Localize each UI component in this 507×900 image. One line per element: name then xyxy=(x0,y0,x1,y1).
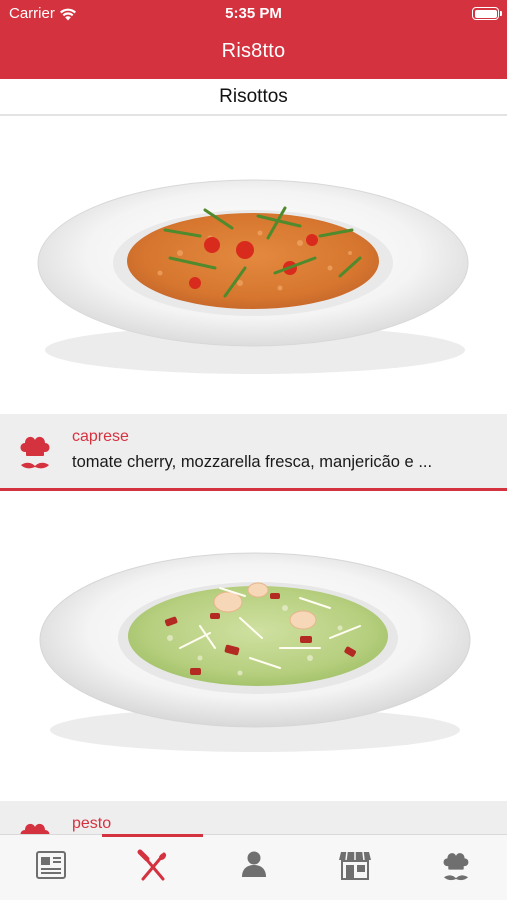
tab-profile[interactable] xyxy=(203,835,304,900)
dish-description: tomate cherry, mozzarella fresca, manjer… xyxy=(72,453,433,471)
section-header: Risottos xyxy=(0,79,507,116)
chef-icon xyxy=(443,853,468,881)
app-title: Ris8tto xyxy=(221,40,286,62)
dish-photo-caprese xyxy=(0,118,507,414)
tab-bar xyxy=(0,834,507,900)
dish-name: pesto xyxy=(72,815,112,832)
dish-list[interactable]: caprese tomate cherry, mozzarella fresca… xyxy=(0,118,507,834)
dish-photo-pesto xyxy=(0,491,507,801)
tab-chef[interactable] xyxy=(405,835,506,900)
chef-icon xyxy=(20,823,50,834)
user-icon xyxy=(241,851,266,877)
status-bar: Carrier 5:35 PM xyxy=(0,0,507,27)
tab-stores[interactable] xyxy=(304,835,405,900)
dish-info-caprese[interactable]: caprese tomate cherry, mozzarella fresca… xyxy=(0,414,507,488)
newspaper-icon xyxy=(35,851,66,879)
tab-news[interactable] xyxy=(0,835,101,900)
dish-info-pesto[interactable]: pesto xyxy=(0,801,507,834)
tab-menu[interactable] xyxy=(102,835,203,900)
status-time: 5:35 PM xyxy=(225,5,282,22)
battery-icon xyxy=(472,7,502,20)
app-header: Carrier 5:35 PM Ris8tto xyxy=(0,0,507,79)
store-icon xyxy=(338,851,371,880)
fork-knife-icon xyxy=(137,849,166,881)
section-title: Risottos xyxy=(219,85,288,107)
dish-name: caprese xyxy=(72,428,129,445)
chef-icon xyxy=(20,436,50,469)
